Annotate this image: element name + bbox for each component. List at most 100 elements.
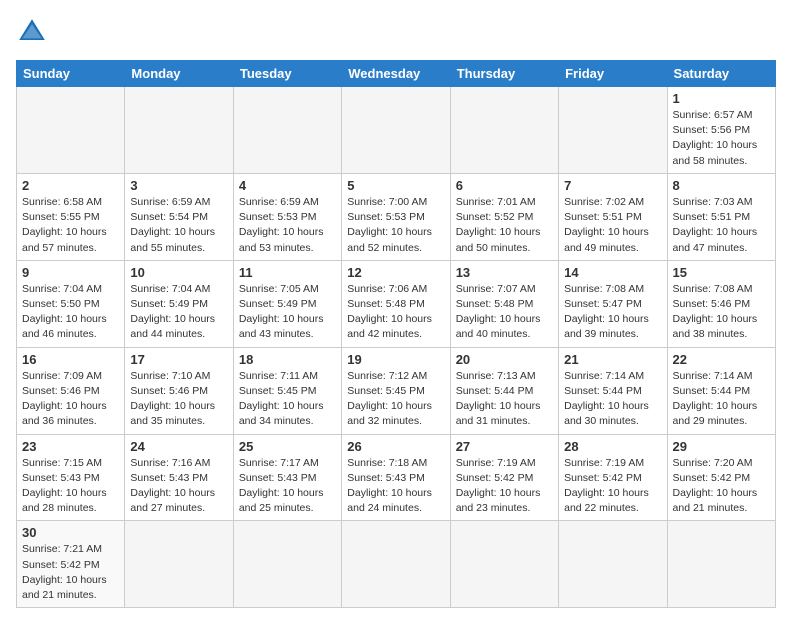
- calendar-cell: 20 Sunrise: 7:13 AMSunset: 5:44 PMDayligh…: [450, 347, 558, 434]
- calendar-cell: [342, 521, 450, 608]
- day-number: 27: [456, 439, 553, 454]
- calendar-cell: 1 Sunrise: 6:57 AMSunset: 5:56 PMDaylight…: [667, 87, 775, 174]
- calendar-cell: 22 Sunrise: 7:14 AMSunset: 5:44 PMDayligh…: [667, 347, 775, 434]
- day-number: 29: [673, 439, 770, 454]
- calendar-cell: 24 Sunrise: 7:16 AMSunset: 5:43 PMDayligh…: [125, 434, 233, 521]
- day-number: 13: [456, 265, 553, 280]
- day-info: Sunrise: 7:06 AMSunset: 5:48 PMDaylight:…: [347, 282, 444, 343]
- calendar-cell: 13Sunrise: 7:07 AMSunset: 5:48 PMDayligh…: [450, 260, 558, 347]
- day-number: 19: [347, 352, 444, 367]
- week-row-5: 23Sunrise: 7:15 AMSunset: 5:43 PMDayligh…: [17, 434, 776, 521]
- day-info: Sunrise: 7:04 AMSunset: 5:49 PMDaylight:…: [130, 282, 227, 343]
- day-number: 2: [22, 178, 119, 193]
- calendar-cell: 10Sunrise: 7:04 AMSunset: 5:49 PMDayligh…: [125, 260, 233, 347]
- calendar-cell: [342, 87, 450, 174]
- day-info: Sunrise: 7:08 AMSunset: 5:46 PMDaylight:…: [673, 282, 770, 343]
- day-number: 26: [347, 439, 444, 454]
- day-number: 8: [673, 178, 770, 193]
- day-info: Sunrise: 7:11 AMSunset: 5:45 PMDaylight:…: [239, 369, 336, 430]
- day-number: 28: [564, 439, 661, 454]
- calendar-cell: 16 Sunrise: 7:09 AMSunset: 5:46 PMDayligh…: [17, 347, 125, 434]
- calendar-cell: 7Sunrise: 7:02 AMSunset: 5:51 PMDaylight…: [559, 173, 667, 260]
- week-row-4: 16 Sunrise: 7:09 AMSunset: 5:46 PMDayligh…: [17, 347, 776, 434]
- logo: [16, 16, 52, 48]
- day-number: 23: [22, 439, 119, 454]
- weekday-header-friday: Friday: [559, 61, 667, 87]
- day-info: Sunrise: 7:18 AMSunset: 5:43 PMDaylight:…: [347, 456, 444, 517]
- day-number: 16: [22, 352, 119, 367]
- day-number: 21: [564, 352, 661, 367]
- day-info: Sunrise: 7:17 AMSunset: 5:43 PMDaylight:…: [239, 456, 336, 517]
- day-number: 17: [130, 352, 227, 367]
- day-number: 25: [239, 439, 336, 454]
- day-number: 6: [456, 178, 553, 193]
- calendar-cell: 9Sunrise: 7:04 AMSunset: 5:50 PMDaylight…: [17, 260, 125, 347]
- day-info: Sunrise: 7:08 AMSunset: 5:47 PMDaylight:…: [564, 282, 661, 343]
- day-info: Sunrise: 7:14 AMSunset: 5:44 PMDaylight:…: [564, 369, 661, 430]
- weekday-header-tuesday: Tuesday: [233, 61, 341, 87]
- calendar-cell: 25 Sunrise: 7:17 AMSunset: 5:43 PMDayligh…: [233, 434, 341, 521]
- calendar: SundayMondayTuesdayWednesdayThursdayFrid…: [16, 60, 776, 608]
- weekday-header-wednesday: Wednesday: [342, 61, 450, 87]
- calendar-cell: 21 Sunrise: 7:14 AMSunset: 5:44 PMDayligh…: [559, 347, 667, 434]
- calendar-cell: 29Sunrise: 7:20 AMSunset: 5:42 PMDayligh…: [667, 434, 775, 521]
- calendar-cell: 14Sunrise: 7:08 AMSunset: 5:47 PMDayligh…: [559, 260, 667, 347]
- weekday-header-saturday: Saturday: [667, 61, 775, 87]
- day-info: Sunrise: 7:10 AMSunset: 5:46 PMDaylight:…: [130, 369, 227, 430]
- day-info: Sunrise: 7:19 AMSunset: 5:42 PMDaylight:…: [564, 456, 661, 517]
- calendar-cell: [125, 521, 233, 608]
- calendar-cell: [559, 521, 667, 608]
- day-number: 11: [239, 265, 336, 280]
- calendar-cell: 30Sunrise: 7:21 AMSunset: 5:42 PMDayligh…: [17, 521, 125, 608]
- calendar-cell: [450, 87, 558, 174]
- week-row-2: 2 Sunrise: 6:58 AMSunset: 5:55 PMDaylight…: [17, 173, 776, 260]
- calendar-cell: 5 Sunrise: 7:00 AMSunset: 5:53 PMDaylight…: [342, 173, 450, 260]
- calendar-cell: [233, 521, 341, 608]
- calendar-cell: 8 Sunrise: 7:03 AMSunset: 5:51 PMDaylight…: [667, 173, 775, 260]
- page-header: [16, 16, 776, 48]
- week-row-3: 9Sunrise: 7:04 AMSunset: 5:50 PMDaylight…: [17, 260, 776, 347]
- calendar-cell: [233, 87, 341, 174]
- day-number: 15: [673, 265, 770, 280]
- day-info: Sunrise: 7:05 AMSunset: 5:49 PMDaylight:…: [239, 282, 336, 343]
- day-info: Sunrise: 7:14 AMSunset: 5:44 PMDaylight:…: [673, 369, 770, 430]
- calendar-cell: 12Sunrise: 7:06 AMSunset: 5:48 PMDayligh…: [342, 260, 450, 347]
- day-info: Sunrise: 7:13 AMSunset: 5:44 PMDaylight:…: [456, 369, 553, 430]
- week-row-6: 30Sunrise: 7:21 AMSunset: 5:42 PMDayligh…: [17, 521, 776, 608]
- day-number: 24: [130, 439, 227, 454]
- calendar-cell: 19 Sunrise: 7:12 AMSunset: 5:45 PMDayligh…: [342, 347, 450, 434]
- day-info: Sunrise: 7:21 AMSunset: 5:42 PMDaylight:…: [22, 542, 119, 603]
- day-info: Sunrise: 7:03 AMSunset: 5:51 PMDaylight:…: [673, 195, 770, 256]
- day-info: Sunrise: 7:01 AMSunset: 5:52 PMDaylight:…: [456, 195, 553, 256]
- calendar-cell: 28 Sunrise: 7:19 AMSunset: 5:42 PMDayligh…: [559, 434, 667, 521]
- calendar-cell: 18 Sunrise: 7:11 AMSunset: 5:45 PMDayligh…: [233, 347, 341, 434]
- day-number: 5: [347, 178, 444, 193]
- calendar-cell: 27 Sunrise: 7:19 AMSunset: 5:42 PMDayligh…: [450, 434, 558, 521]
- calendar-cell: 23Sunrise: 7:15 AMSunset: 5:43 PMDayligh…: [17, 434, 125, 521]
- day-info: Sunrise: 7:19 AMSunset: 5:42 PMDaylight:…: [456, 456, 553, 517]
- day-info: Sunrise: 7:09 AMSunset: 5:46 PMDaylight:…: [22, 369, 119, 430]
- calendar-cell: 15 Sunrise: 7:08 AMSunset: 5:46 PMDayligh…: [667, 260, 775, 347]
- calendar-cell: [17, 87, 125, 174]
- day-info: Sunrise: 6:59 AMSunset: 5:53 PMDaylight:…: [239, 195, 336, 256]
- day-number: 18: [239, 352, 336, 367]
- calendar-cell: [559, 87, 667, 174]
- day-number: 9: [22, 265, 119, 280]
- calendar-cell: 11 Sunrise: 7:05 AMSunset: 5:49 PMDayligh…: [233, 260, 341, 347]
- day-number: 1: [673, 91, 770, 106]
- day-number: 4: [239, 178, 336, 193]
- weekday-header-thursday: Thursday: [450, 61, 558, 87]
- day-number: 22: [673, 352, 770, 367]
- calendar-cell: 2 Sunrise: 6:58 AMSunset: 5:55 PMDaylight…: [17, 173, 125, 260]
- day-info: Sunrise: 7:02 AMSunset: 5:51 PMDaylight:…: [564, 195, 661, 256]
- calendar-cell: [125, 87, 233, 174]
- day-info: Sunrise: 6:57 AMSunset: 5:56 PMDaylight:…: [673, 108, 770, 169]
- calendar-cell: [450, 521, 558, 608]
- day-info: Sunrise: 6:58 AMSunset: 5:55 PMDaylight:…: [22, 195, 119, 256]
- week-row-1: 1 Sunrise: 6:57 AMSunset: 5:56 PMDaylight…: [17, 87, 776, 174]
- day-info: Sunrise: 7:00 AMSunset: 5:53 PMDaylight:…: [347, 195, 444, 256]
- day-number: 20: [456, 352, 553, 367]
- day-info: Sunrise: 7:16 AMSunset: 5:43 PMDaylight:…: [130, 456, 227, 517]
- calendar-cell: 26 Sunrise: 7:18 AMSunset: 5:43 PMDayligh…: [342, 434, 450, 521]
- day-info: Sunrise: 7:12 AMSunset: 5:45 PMDaylight:…: [347, 369, 444, 430]
